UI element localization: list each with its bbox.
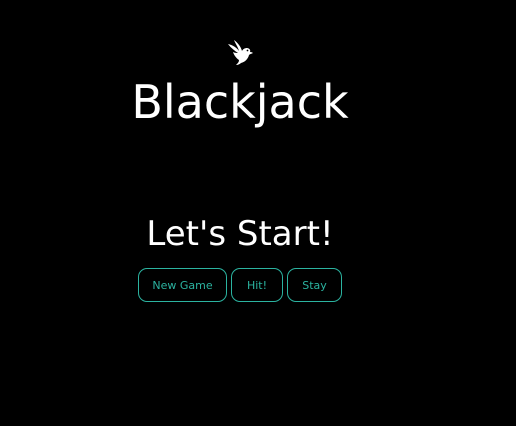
game-controls: New Game Hit! Stay [138, 268, 342, 302]
hit-button[interactable]: Hit! [231, 268, 283, 302]
game-status-message: Let's Start! [146, 214, 334, 254]
bird-icon [228, 40, 253, 65]
new-game-button[interactable]: New Game [138, 268, 227, 302]
game-page: Blackjack Let's Start! New Game Hit! Sta… [0, 0, 516, 426]
page-title: Blackjack [131, 75, 349, 129]
stay-button[interactable]: Stay [287, 268, 342, 302]
